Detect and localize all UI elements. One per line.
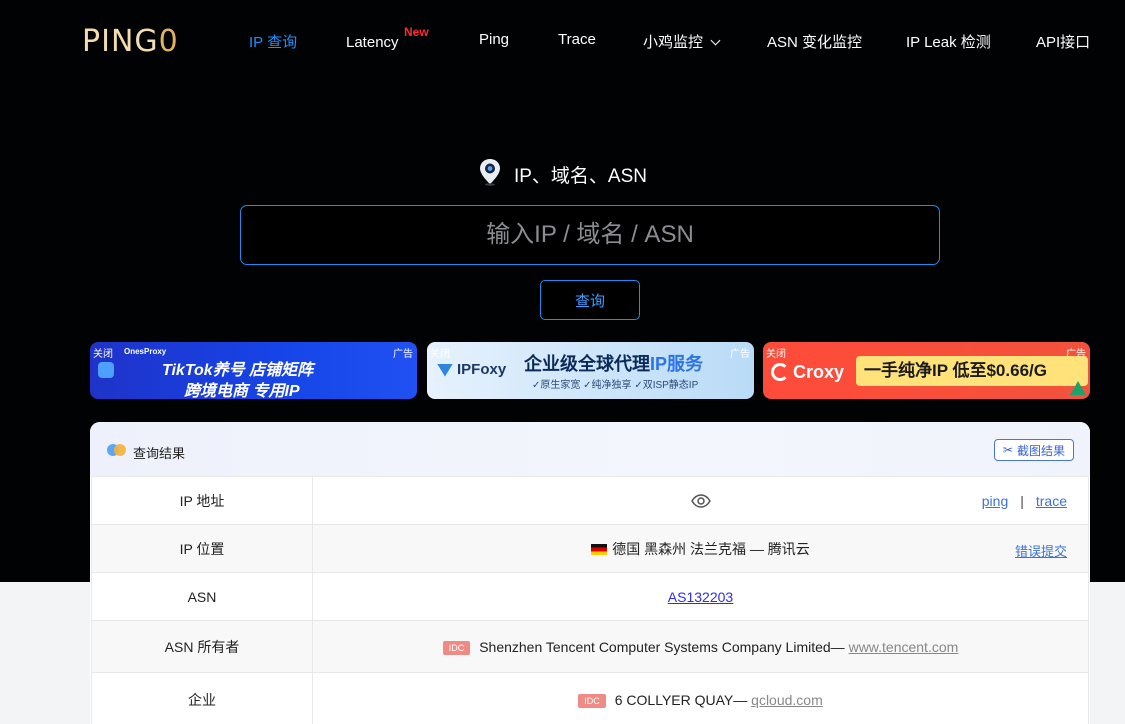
search-heading-text: IP、域名、ASN [513,166,648,188]
row-value: ping | trace [312,476,1089,525]
ad-banner-ipfoxy[interactable]: 关闭 广告 IPFoxy 企业级全球代理IP服务 ✓原生家宽 ✓纯净独享 ✓双I… [427,342,754,399]
ad-label: 广告 [393,349,413,360]
ad-subline: 跨境电商 专用IP [184,383,300,399]
ad-label: 广告 [730,349,750,360]
nav-api[interactable]: API接口 [1036,31,1090,52]
table-row-ip-location: IP 位置 德国 黑森州 法兰克福 — 腾讯云 错误提交 [91,524,1089,573]
eye-icon[interactable] [690,494,711,511]
ad-headline: 企业级全球代理IP服务 [524,354,704,374]
ipfoxy-logo: IPFoxy [437,361,506,378]
company-value: 6 COLLYER QUAY— [614,691,752,708]
ad-close-button[interactable]: 关闭 [766,345,786,360]
report-error-link[interactable]: 错误提交 [1015,541,1067,560]
ip-location-value: 德国 黑森州 法兰克福 — 腾讯云 [612,540,810,557]
nav-latency[interactable]: Latency New [346,25,429,51]
ad-close-button[interactable]: 关闭 [93,345,113,360]
search-input[interactable] [241,206,939,264]
ping-link[interactable]: ping [982,493,1008,509]
link-separator: | [1020,493,1024,509]
trace-link[interactable]: trace [1036,493,1067,509]
ad-headline: 一手纯净IP 低至$0.66/G [856,356,1088,386]
ad-banner-croxy[interactable]: 关闭 广告 Croxy 一手纯净IP 低至$0.66/G [763,342,1090,399]
asn-owner-website-link[interactable]: www.tencent.com [849,639,959,655]
search-box [240,205,940,265]
company-website-link[interactable]: qcloud.com [751,692,823,708]
row-value: IDC 6 COLLYER QUAY— qcloud.com [312,672,1089,724]
nav-vps-monitor[interactable]: 小鸡监控 [643,31,721,52]
location-pin-icon [478,158,502,192]
table-row-ip-address: IP 地址 ping | trace [91,476,1089,525]
row-value: 德国 黑森州 法兰克福 — 腾讯云 错误提交 [312,524,1089,573]
ad-brand: OnesProxy [124,347,167,356]
table-row-company: 企业 IDC 6 COLLYER QUAY— qcloud.com [91,672,1089,724]
asn-owner-value: Shenzhen Tencent Computer Systems Compan… [479,638,849,655]
nav-trace[interactable]: Trace [558,31,596,48]
nav-ip-leak[interactable]: IP Leak 检测 [906,31,991,52]
logo[interactable]: PING0 [82,24,179,59]
row-key: ASN 所有者 [91,620,313,673]
chevron-down-icon [710,35,721,46]
cursor-arrow-icon [1070,381,1086,395]
result-dots-icon [107,444,127,456]
row-value: AS132203 [312,572,1089,621]
query-button[interactable]: 查询 [540,280,640,320]
croxy-c-icon [771,363,789,381]
result-title: 查询结果 [133,446,186,461]
ad-banner-onesproxy[interactable]: 关闭 广告 OnesProxy TikTok养号 店铺矩阵 跨境电商 专用IP [90,342,417,399]
fox-icon [437,363,453,377]
asn-link[interactable]: AS132203 [668,589,733,605]
row-key: IP 位置 [91,524,313,573]
search-heading: IP、域名、ASN [0,158,1125,194]
result-panel: 查询结果 ✂ 截图结果 IP 地址 ping | trace IP 位置 德国 黑森州… [90,422,1090,724]
ip-tool-links: ping | trace [982,493,1067,509]
idc-tag: IDC [578,693,606,708]
table-row-asn: ASN AS132203 [91,572,1089,621]
nav-ip-query[interactable]: IP 查询 [249,31,297,52]
table-row-asn-owner: ASN 所有者 IDC Shenzhen Tencent Computer Sys… [91,620,1089,673]
row-key: IP 地址 [91,476,313,525]
onesproxy-logo-icon [98,362,114,378]
screenshot-button[interactable]: ✂ 截图结果 [993,439,1074,461]
row-value: IDC Shenzhen Tencent Computer Systems Com… [312,620,1089,673]
ad-close-button[interactable]: 关闭 [430,345,450,360]
croxy-logo: Croxy [771,362,844,383]
germany-flag-icon [591,543,608,555]
new-badge: New [404,25,429,39]
ad-subline: ✓原生家宽 ✓纯净独享 ✓双ISP静态IP [532,380,699,391]
idc-tag: IDC [442,640,471,655]
row-key: ASN [91,572,313,621]
result-table: IP 地址 ping | trace IP 位置 德国 黑森州 法兰克福 — 腾讯云… [91,476,1089,724]
row-key: 企业 [91,672,313,724]
result-header: 查询结果 ✂ 截图结果 [90,422,1090,476]
nav-asn-monitor[interactable]: ASN 变化监控 [767,31,862,52]
scissors-icon: ✂ [1002,443,1013,457]
nav-ping[interactable]: Ping [479,31,509,48]
